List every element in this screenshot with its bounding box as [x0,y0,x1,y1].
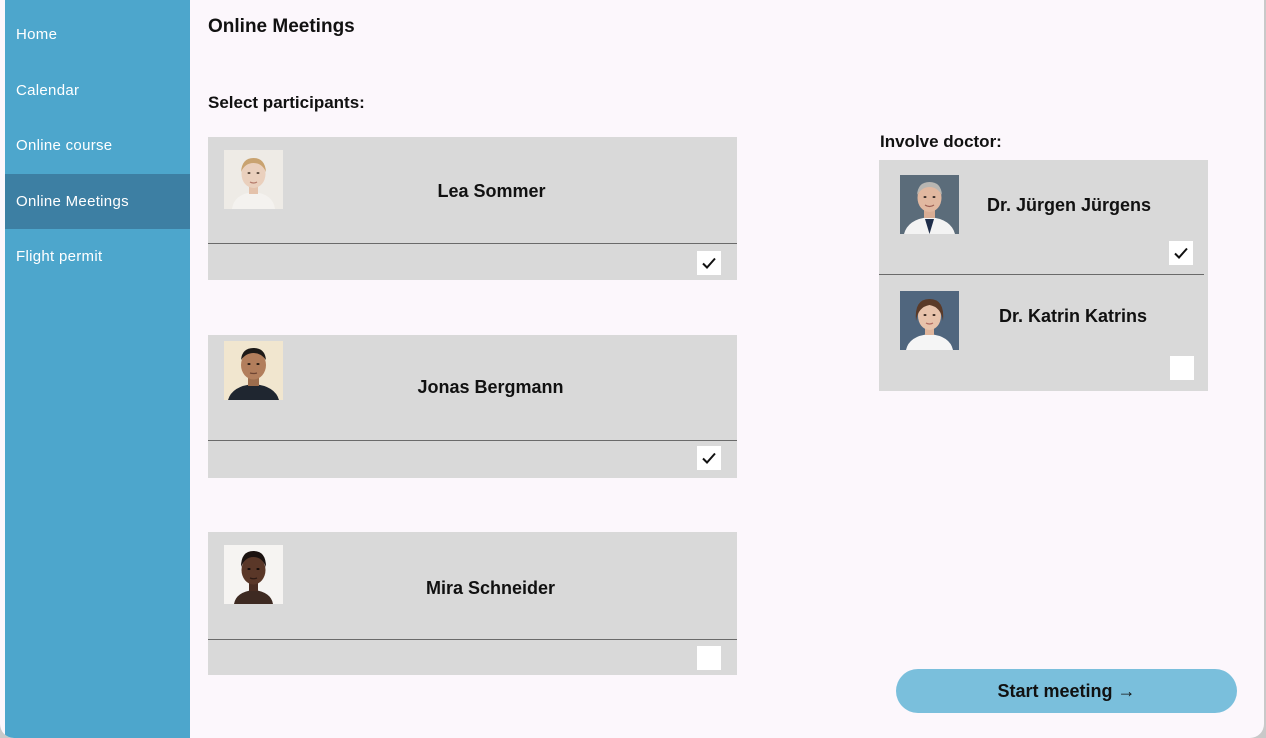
sidebar-item-label: Home [16,26,58,43]
doctor-name: Dr. Jürgen Jürgens [986,195,1152,215]
participant-checkbox[interactable] [697,251,721,275]
participant-card: Jonas Bergmann [208,335,737,478]
sidebar-item-calendar[interactable]: Calendar [5,63,190,118]
page-title: Online Meetings [208,16,355,37]
doctors-card: Dr. Jürgen Jürgens Dr. Katrin Katrins [879,160,1208,391]
participant-checkbox[interactable] [697,446,721,470]
participant-card: Lea Sommer [208,137,737,280]
doctor-photo [900,175,959,234]
participant-photo [224,150,283,209]
doctor-checkbox[interactable] [1169,241,1193,265]
participant-name: Jonas Bergmann [417,377,564,397]
card-divider [879,274,1204,275]
participant-card: Mira Schneider [208,532,737,675]
checkmark-icon [1174,247,1188,259]
sidebar-item-home[interactable]: Home [5,7,190,62]
sidebar-item-online-course[interactable]: Online course [5,118,190,173]
card-divider [208,243,737,244]
participant-photo [224,341,283,400]
sidebar-item-label: Online course [16,137,113,154]
checkmark-icon [702,257,716,269]
sidebar-item-flight-permit[interactable]: Flight permit [5,229,190,284]
sidebar-item-online-meetings[interactable]: Online Meetings [5,174,190,229]
sidebar-item-label: Flight permit [16,248,103,265]
participant-name: Lea Sommer [437,181,546,201]
doctor-name: Dr. Katrin Katrins [998,306,1148,326]
sidebar-item-label: Online Meetings [16,193,129,210]
card-divider [208,440,737,441]
app-window: Home Calendar Online course Online Meeti… [0,0,1264,738]
doctor-photo [900,291,959,350]
checkmark-icon [702,452,716,464]
participant-photo [224,545,283,604]
card-divider [208,639,737,640]
doctor-checkbox[interactable] [1170,356,1194,380]
sidebar-item-label: Calendar [16,82,80,99]
start-meeting-button[interactable]: Start meeting → [896,669,1237,713]
participant-checkbox[interactable] [697,646,721,670]
doctors-heading: Involve doctor: [880,132,1002,151]
participants-heading: Select participants: [208,93,365,112]
sidebar: Home Calendar Online course Online Meeti… [5,0,190,738]
participant-name: Mira Schneider [425,578,556,598]
